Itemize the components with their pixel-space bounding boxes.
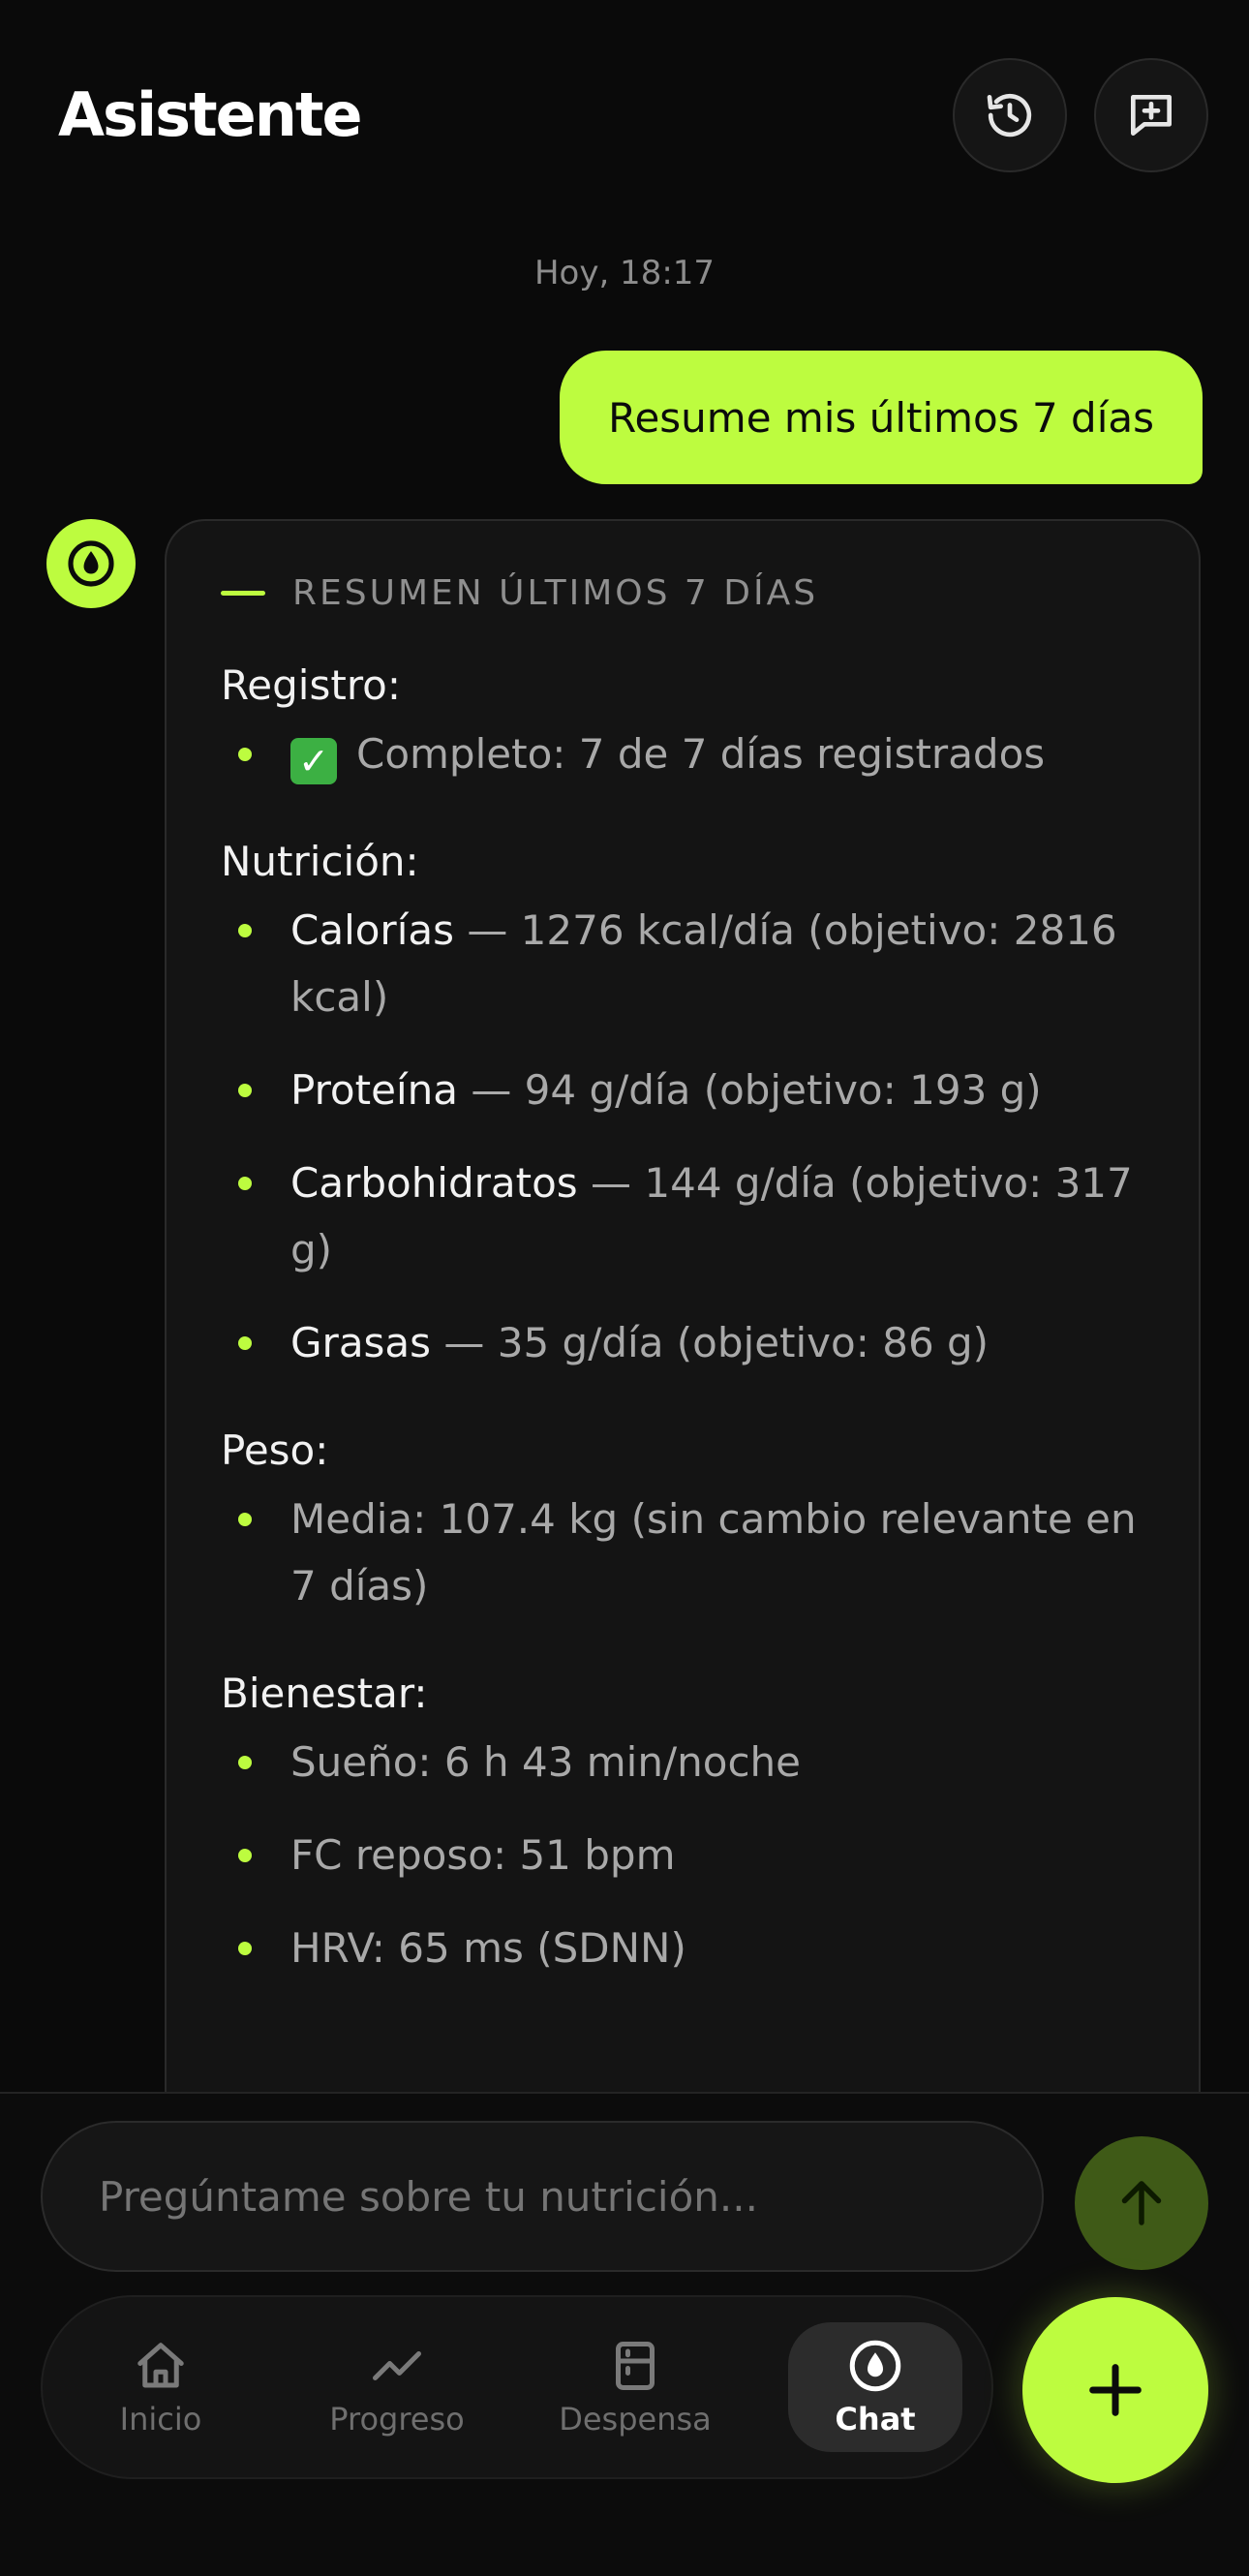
user-message-bubble: Resume mis últimos 7 días bbox=[560, 351, 1203, 484]
bullet-label: Grasas bbox=[290, 1319, 432, 1366]
list-item: Media: 107.4 kg (sin cambio relevante en… bbox=[221, 1486, 1144, 1619]
assistant-avatar bbox=[46, 519, 136, 608]
bullet-text: Media: 107.4 kg (sin cambio relevante en… bbox=[290, 1495, 1137, 1610]
list-item: Proteína — 94 g/día (objetivo: 193 g) bbox=[221, 1057, 1144, 1123]
nav-label: Chat bbox=[835, 2401, 916, 2438]
summary-card: RESUMEN ÚLTIMOS 7 DÍAS Registro: ✓ Comple… bbox=[165, 519, 1201, 2107]
plus-icon bbox=[1089, 2364, 1142, 2416]
add-button[interactable] bbox=[1022, 2297, 1208, 2483]
page-title: Asistente bbox=[58, 79, 363, 150]
nav-item-chat[interactable]: Chat bbox=[788, 2322, 962, 2452]
list-item: Sueño: 6 h 43 min/noche bbox=[221, 1729, 1144, 1795]
list-item: HRV: 65 ms (SDNN) bbox=[221, 1915, 1144, 1981]
list-item: FC reposo: 51 bpm bbox=[221, 1822, 1144, 1888]
list-item: Carbohidratos — 144 g/día (objetivo: 317… bbox=[221, 1150, 1144, 1283]
accent-dash bbox=[221, 591, 265, 596]
nav-item-progreso[interactable]: Progreso bbox=[310, 2322, 484, 2452]
send-button[interactable] bbox=[1075, 2136, 1208, 2270]
section-peso: Peso: Media: 107.4 kg (sin cambio releva… bbox=[221, 1426, 1144, 1619]
section-bienestar: Bienestar: Sueño: 6 h 43 min/noche FC re… bbox=[221, 1670, 1144, 1981]
list-item: Grasas — 35 g/día (objetivo: 86 g) bbox=[221, 1309, 1144, 1376]
bullet-value: — 35 g/día (objetivo: 86 g) bbox=[431, 1319, 990, 1366]
nav-label: Despensa bbox=[559, 2401, 712, 2438]
bullet-text: FC reposo: 51 bpm bbox=[290, 1831, 676, 1879]
new-chat-icon bbox=[1131, 95, 1172, 137]
bottom-nav: Inicio Progreso Despensa Chat bbox=[41, 2295, 993, 2479]
summary-title-row: RESUMEN ÚLTIMOS 7 DÍAS bbox=[221, 573, 1144, 613]
nav-label: Inicio bbox=[119, 2401, 202, 2438]
arrow-up-icon bbox=[1121, 2181, 1162, 2225]
header: Asistente bbox=[0, 0, 1249, 194]
checkmark-icon: ✓ bbox=[290, 738, 337, 784]
history-button[interactable] bbox=[953, 58, 1067, 172]
nav-item-inicio[interactable]: Inicio bbox=[74, 2322, 248, 2452]
section-heading: Registro: bbox=[221, 661, 402, 709]
section-heading: Peso: bbox=[221, 1426, 329, 1474]
home-icon bbox=[137, 2343, 184, 2388]
nav-label: Progreso bbox=[329, 2401, 465, 2438]
bullet-label: Carbohidratos bbox=[290, 1159, 578, 1207]
section-registro: Registro: ✓ Completo: 7 de 7 días registr… bbox=[221, 661, 1144, 787]
bullet-text: HRV: 65 ms (SDNN) bbox=[290, 1924, 686, 1972]
section-heading: Nutrición: bbox=[221, 838, 419, 885]
history-icon bbox=[987, 93, 1032, 138]
bullet-label: Calorías bbox=[290, 906, 454, 954]
chat-input[interactable]: Pregúntame sobre tu nutrición... bbox=[41, 2121, 1044, 2272]
bullet-text: Sueño: 6 h 43 min/noche bbox=[290, 1738, 801, 1786]
list-item: ✓ Completo: 7 de 7 días registrados bbox=[221, 721, 1144, 787]
nav-item-despensa[interactable]: Despensa bbox=[548, 2322, 722, 2452]
new-chat-button[interactable] bbox=[1094, 58, 1208, 172]
bullet-value: — 94 g/día (objetivo: 193 g) bbox=[457, 1066, 1042, 1114]
trend-icon bbox=[373, 2351, 421, 2380]
summary-title: RESUMEN ÚLTIMOS 7 DÍAS bbox=[292, 573, 819, 613]
drop-logo-icon bbox=[68, 540, 114, 587]
bullet-label: Proteína bbox=[290, 1066, 458, 1114]
message-timestamp: Hoy, 18:17 bbox=[533, 254, 716, 292]
bullet-text: Completo: 7 de 7 días registrados bbox=[356, 730, 1046, 778]
list-item: Calorías — 1276 kcal/día (objetivo: 2816… bbox=[221, 897, 1144, 1030]
bottom-area: Pregúntame sobre tu nutrición... Inicio … bbox=[0, 2092, 1249, 2576]
section-heading: Bienestar: bbox=[221, 1670, 428, 1717]
pantry-icon bbox=[616, 2342, 655, 2390]
drop-logo-icon bbox=[849, 2340, 901, 2392]
section-nutricion: Nutrición: Calorías — 1276 kcal/día (obj… bbox=[221, 838, 1144, 1376]
